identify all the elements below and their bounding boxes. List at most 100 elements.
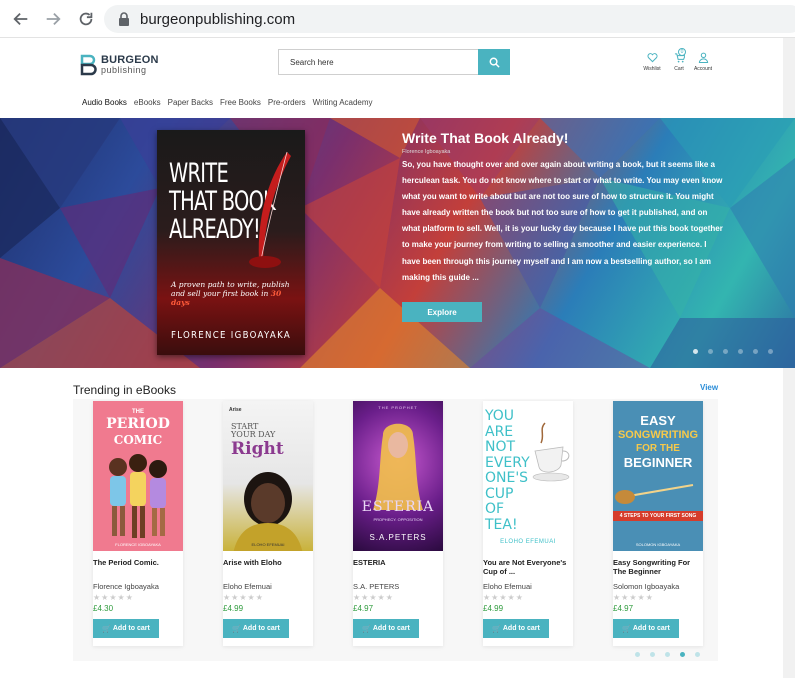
author-portrait <box>233 472 303 551</box>
button-label: Add to cart <box>632 625 670 632</box>
book-card[interactable]: THE PROPHET ESTERIA PROPHECY. OPPOSITION… <box>353 401 443 646</box>
book-price: £4.97 <box>353 604 374 613</box>
rating-stars: ★★★★★ <box>93 593 134 602</box>
add-to-cart-button[interactable]: 🛒 Add to cart <box>483 619 549 638</box>
view-all-link[interactable]: View <box>700 383 718 392</box>
hero-book-cover[interactable]: WRITE THAT BOOK ALREADY! A proven path to … <box>157 130 305 355</box>
trending-section: Trending in eBooks View THE PERIOD COMIC… <box>0 368 795 678</box>
cart-link[interactable]: 0 Cart <box>667 48 691 72</box>
book-cover[interactable]: EASY SONGWRITING FOR THE BEGINNER 4 STEP… <box>613 401 703 551</box>
logo-b-icon <box>80 54 97 76</box>
logo-wordmark: BURGEON <box>101 54 159 66</box>
reload-icon <box>79 12 93 26</box>
book-cover[interactable]: YOU ARE NOT EVERY ONE'S CUP OF TEA! ELOHO EFEMU… <box>483 401 573 551</box>
nav-audio-books[interactable]: Audio Books <box>82 98 127 107</box>
cart-icon: 🛒 <box>102 625 111 633</box>
burgeon-logo[interactable]: BURGEON publishing <box>80 54 159 76</box>
cover-subtitle: A proven path to write, publish and sell… <box>171 280 290 307</box>
book-title[interactable]: Arise with Eloho <box>223 558 315 567</box>
hero-banner: WRITE THAT BOOK ALREADY! A proven path to … <box>0 118 795 368</box>
nav-writing-academy[interactable]: Writing Academy <box>313 98 373 107</box>
book-cover[interactable]: THE PROPHET ESTERIA PROPHECY. OPPOSITION… <box>353 401 443 551</box>
search-input[interactable] <box>278 49 478 75</box>
cover-author: FLORENCE IGBOAYAKA <box>115 542 161 547</box>
book-card[interactable]: THE PERIOD COMIC FLORENCE IGBOAYAKA The … <box>93 401 183 646</box>
book-cover[interactable]: Arise START YOUR DAY Right ELOHO EFEMUAI <box>223 401 313 551</box>
carousel-dot[interactable] <box>738 349 743 354</box>
button-label: Add to cart <box>372 625 410 632</box>
search-button[interactable] <box>478 49 510 75</box>
carousel-dot[interactable] <box>650 652 655 657</box>
nav-ebooks[interactable]: eBooks <box>134 98 161 107</box>
cover-text: START YOUR DAY <box>231 422 276 439</box>
nav-free-books[interactable]: Free Books <box>220 98 261 107</box>
carousel-dot[interactable] <box>708 349 713 354</box>
logo-tagline: publishing <box>101 65 147 75</box>
cover-text: BEGINNER <box>623 455 693 470</box>
cover-text: PROPHECY. OPPOSITION <box>373 517 423 522</box>
account-link[interactable]: Account <box>691 52 715 72</box>
cover-text: THE PROPHET <box>378 405 418 410</box>
carousel-dot[interactable] <box>695 652 700 657</box>
category-nav: Audio Books eBooks Paper Backs Free Book… <box>82 98 380 107</box>
button-label: Add to cart <box>502 625 540 632</box>
book-author: Florence Igboayaka <box>93 582 159 591</box>
teacup-icon <box>532 422 570 482</box>
carousel-dot[interactable] <box>753 349 758 354</box>
add-to-cart-button[interactable]: 🛒 Add to cart <box>93 619 159 638</box>
guitar-icon <box>615 484 694 504</box>
back-button[interactable] <box>6 4 36 34</box>
book-author: S.A. PETERS <box>353 582 400 591</box>
hero-title: Write That Book Already! <box>402 130 569 146</box>
book-card[interactable]: Arise START YOUR DAY Right ELOHO EFEMUAI … <box>223 401 313 646</box>
book-title[interactable]: Easy Songwriting For The Beginner <box>613 558 705 576</box>
rating-stars: ★★★★★ <box>353 593 394 602</box>
carousel-dot[interactable] <box>680 652 685 657</box>
hero-content: Write That Book Already! Florence Igboay… <box>402 130 724 286</box>
carousel-dot[interactable] <box>665 652 670 657</box>
add-to-cart-button[interactable]: 🛒 Add to cart <box>353 619 419 638</box>
hero-author: Florence Igboayaka <box>402 149 451 155</box>
button-label: Add to cart <box>112 625 150 632</box>
rating-stars: ★★★★★ <box>613 593 654 602</box>
carousel-dot[interactable] <box>635 652 640 657</box>
book-title[interactable]: You are Not Everyone's Cup of ... <box>483 558 575 576</box>
cover-author: FLORENCE IGBOAYAKA <box>170 330 292 341</box>
cart-label: Cart <box>674 66 684 72</box>
book-title[interactable]: The Period Comic. <box>93 558 185 567</box>
cover-author: S.A.PETERS <box>369 533 427 542</box>
section-title: Trending in eBooks <box>73 383 176 397</box>
quill-icon <box>249 151 291 268</box>
wishlist-link[interactable]: Wishlist <box>640 52 664 72</box>
add-to-cart-button[interactable]: 🛒 Add to cart <box>223 619 289 638</box>
book-author: Solomon Igboayaka <box>613 582 680 591</box>
book-card[interactable]: EASY SONGWRITING FOR THE BEGINNER 4 STEP… <box>613 401 703 646</box>
nav-pre-orders[interactable]: Pre-orders <box>268 98 306 107</box>
cover-text: FOR THE <box>636 443 680 454</box>
carousel-dot[interactable] <box>693 349 698 354</box>
rating-stars: ★★★★★ <box>223 593 264 602</box>
forward-button[interactable] <box>38 4 68 34</box>
reload-button[interactable] <box>71 4 101 34</box>
address-bar[interactable]: burgeonpublishing.com <box>104 5 795 33</box>
cover-text: YOU ARE NOT EVERY ONE'S CUP OF TEA! <box>485 408 530 533</box>
nav-paper-backs[interactable]: Paper Backs <box>168 98 213 107</box>
cart-icon: 🛒 <box>492 625 501 633</box>
book-title[interactable]: ESTERIA <box>353 558 445 567</box>
cover-text: THE <box>132 409 144 415</box>
carousel-dot[interactable] <box>768 349 773 354</box>
heart-icon <box>646 53 658 63</box>
explore-button[interactable]: Explore <box>402 302 482 322</box>
book-author: Eloho Efemuai <box>223 582 272 591</box>
search-bar <box>278 49 510 75</box>
cover-author: ELOHO EFEMUAI <box>251 542 285 547</box>
book-cover[interactable]: THE PERIOD COMIC FLORENCE IGBOAYAKA <box>93 401 183 551</box>
trending-carousel-dots <box>635 652 710 657</box>
book-card[interactable]: YOU ARE NOT EVERY ONE'S CUP OF TEA! ELOHO EFEMU… <box>483 401 573 646</box>
add-to-cart-button[interactable]: 🛒 Add to cart <box>613 619 679 638</box>
carousel-dot[interactable] <box>723 349 728 354</box>
rating-stars: ★★★★★ <box>483 593 524 602</box>
url-text: burgeonpublishing.com <box>140 10 296 28</box>
cover-text: EASY <box>640 413 676 428</box>
browser-toolbar: burgeonpublishing.com <box>0 0 795 38</box>
